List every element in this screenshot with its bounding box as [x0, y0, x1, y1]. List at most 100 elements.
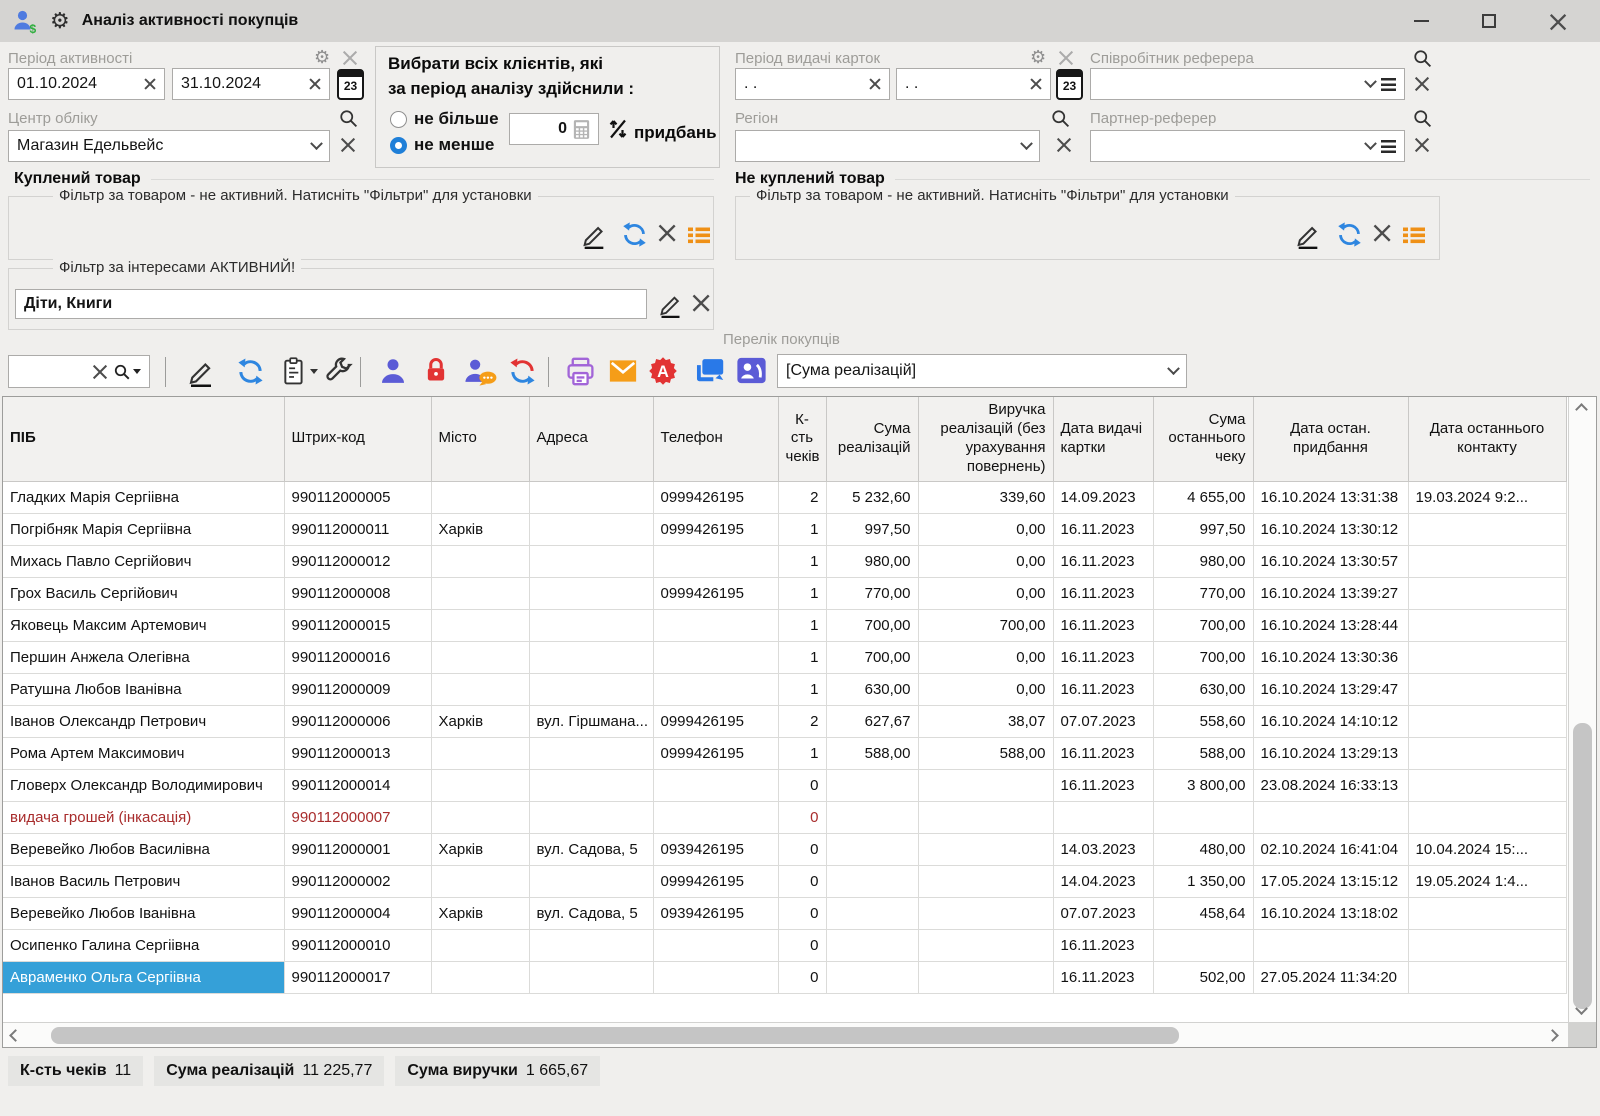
chevron-down-icon[interactable] [1364, 137, 1377, 150]
table-cell[interactable] [918, 897, 1053, 929]
horizontal-scrollbar-thumb[interactable] [51, 1027, 1179, 1044]
cards-calendar-icon[interactable]: 23 [1056, 69, 1083, 100]
table-cell[interactable]: Грох Василь Сергійович [3, 577, 284, 609]
table-cell[interactable]: 2 [778, 481, 826, 513]
table-cell[interactable] [529, 769, 653, 801]
table-cell[interactable] [1408, 705, 1566, 737]
table-cell[interactable]: Харків [431, 705, 529, 737]
table-cell[interactable] [1408, 961, 1566, 993]
table-row[interactable]: Рома Артем Максимович9901120000130999426… [3, 737, 1566, 769]
table-cell[interactable]: 0999426195 [653, 737, 778, 769]
table-cell[interactable]: 2 [778, 705, 826, 737]
list-select-icon[interactable] [1381, 78, 1396, 91]
date-to-clear-icon[interactable] [309, 78, 321, 90]
table-cell[interactable] [431, 609, 529, 641]
period-activity-clear-icon[interactable] [342, 50, 357, 65]
interests-input[interactable]: Діти, Книги [15, 289, 647, 319]
column-header[interactable]: Дата останнього контакту [1408, 397, 1566, 481]
close-button-icon[interactable] [1544, 8, 1570, 34]
table-cell[interactable]: 700,00 [1153, 609, 1253, 641]
table-row[interactable]: Першин Анжела Олегівна9901120000161700,0… [3, 641, 1566, 673]
table-cell[interactable] [826, 929, 918, 961]
table-cell[interactable] [1408, 641, 1566, 673]
table-cell[interactable]: 1 350,00 [1153, 865, 1253, 897]
table-cell[interactable]: 16.10.2024 13:31:38 [1253, 481, 1408, 513]
table-cell[interactable]: 38,07 [918, 705, 1053, 737]
table-cell[interactable]: 16.11.2023 [1053, 929, 1153, 961]
table-cell[interactable]: 16.11.2023 [1053, 513, 1153, 545]
table-cell[interactable]: 700,00 [1153, 641, 1253, 673]
table-cell[interactable]: 0999426195 [653, 577, 778, 609]
table-cell[interactable]: 0939426195 [653, 833, 778, 865]
table-cell[interactable]: 0 [778, 769, 826, 801]
table-cell[interactable]: 16.10.2024 13:30:36 [1253, 641, 1408, 673]
partner-referrer-search-icon[interactable] [1412, 108, 1433, 129]
table-cell[interactable]: 990112000006 [284, 705, 431, 737]
list-icon[interactable] [1402, 223, 1426, 247]
table-cell[interactable] [1408, 609, 1566, 641]
table-cell[interactable]: 997,50 [1153, 513, 1253, 545]
date-from-clear-icon[interactable] [144, 78, 156, 90]
table-cell[interactable]: Веревейко Любов Іванівна [3, 897, 284, 929]
lock-icon[interactable] [422, 356, 450, 384]
table-cell[interactable] [826, 833, 918, 865]
table-cell[interactable]: 16.11.2023 [1053, 961, 1153, 993]
radio-not-more[interactable]: не більше [390, 109, 499, 129]
period-activity-gear-icon[interactable]: ⚙ [314, 48, 330, 66]
table-cell[interactable]: видача грошей (інкасація) [3, 801, 284, 833]
table-cell[interactable]: 0 [778, 897, 826, 929]
number-percent-toggle-icon[interactable] [606, 117, 630, 141]
table-cell[interactable]: 980,00 [1153, 545, 1253, 577]
table-cell[interactable] [918, 769, 1053, 801]
table-cell[interactable]: 16.11.2023 [1053, 545, 1153, 577]
table-cell[interactable]: 07.07.2023 [1053, 897, 1153, 929]
table-cell[interactable]: Харків [431, 897, 529, 929]
table-cell[interactable]: 990112000017 [284, 961, 431, 993]
table-cell[interactable]: Гладких Марія Сергіівна [3, 481, 284, 513]
table-cell[interactable]: 480,00 [1153, 833, 1253, 865]
table-cell[interactable]: 627,67 [826, 705, 918, 737]
table-cell[interactable]: 3 800,00 [1153, 769, 1253, 801]
table-cell[interactable]: 0999426195 [653, 865, 778, 897]
table-cell[interactable]: 990112000016 [284, 641, 431, 673]
column-header[interactable]: Дата видачі картки [1053, 397, 1153, 481]
table-cell[interactable]: 16.11.2023 [1053, 577, 1153, 609]
table-cell[interactable]: 16.10.2024 13:18:02 [1253, 897, 1408, 929]
refresh-icon[interactable] [621, 221, 648, 248]
table-cell[interactable]: 990112000005 [284, 481, 431, 513]
table-cell[interactable]: 16.10.2024 13:28:44 [1253, 609, 1408, 641]
table-cell[interactable]: 0 [778, 929, 826, 961]
sort-selector-combobox[interactable]: [Сума реалізацій] [777, 354, 1187, 388]
edit-pencil-icon[interactable] [1294, 221, 1322, 249]
table-cell[interactable] [1408, 929, 1566, 961]
table-cell[interactable]: 19.03.2024 9:2... [1408, 481, 1566, 513]
employee-referrer-clear-icon[interactable] [1414, 76, 1429, 91]
table-row[interactable]: Михась Павло Сергійович9901120000121980,… [3, 545, 1566, 577]
table-cell[interactable]: 16.10.2024 14:10:12 [1253, 705, 1408, 737]
table-cell[interactable]: 16.11.2023 [1053, 609, 1153, 641]
wrench-icon[interactable] [324, 356, 353, 385]
partner-referrer-clear-icon[interactable] [1414, 137, 1429, 152]
table-row[interactable]: Грох Василь Сергійович990112000008099942… [3, 577, 1566, 609]
table-cell[interactable]: 1 [778, 609, 826, 641]
date-to-input[interactable]: 31.10.2024 [172, 68, 330, 100]
column-header[interactable]: Адреса [529, 397, 653, 481]
partner-referrer-combobox[interactable] [1090, 130, 1405, 162]
column-header[interactable]: Дата остан. придбання [1253, 397, 1408, 481]
table-cell[interactable]: 990112000013 [284, 737, 431, 769]
table-cell[interactable] [1408, 513, 1566, 545]
table-cell[interactable]: 700,00 [826, 641, 918, 673]
table-cell[interactable]: Веревейко Любов Василівна [3, 833, 284, 865]
table-cell[interactable]: 700,00 [918, 609, 1053, 641]
table-cell[interactable] [826, 769, 918, 801]
table-cell[interactable]: 588,00 [918, 737, 1053, 769]
table-cell[interactable]: 990112000007 [284, 801, 431, 833]
table-cell[interactable]: 27.05.2024 11:34:20 [1253, 961, 1408, 993]
table-cell[interactable]: 980,00 [826, 545, 918, 577]
horizontal-scrollbar[interactable] [3, 1022, 1570, 1047]
period-cards-gear-icon[interactable]: ⚙ [1030, 48, 1046, 66]
column-header[interactable]: К-сть чеків [778, 397, 826, 481]
table-cell[interactable] [653, 641, 778, 673]
table-cell[interactable] [529, 641, 653, 673]
table-cell[interactable]: 770,00 [1153, 577, 1253, 609]
